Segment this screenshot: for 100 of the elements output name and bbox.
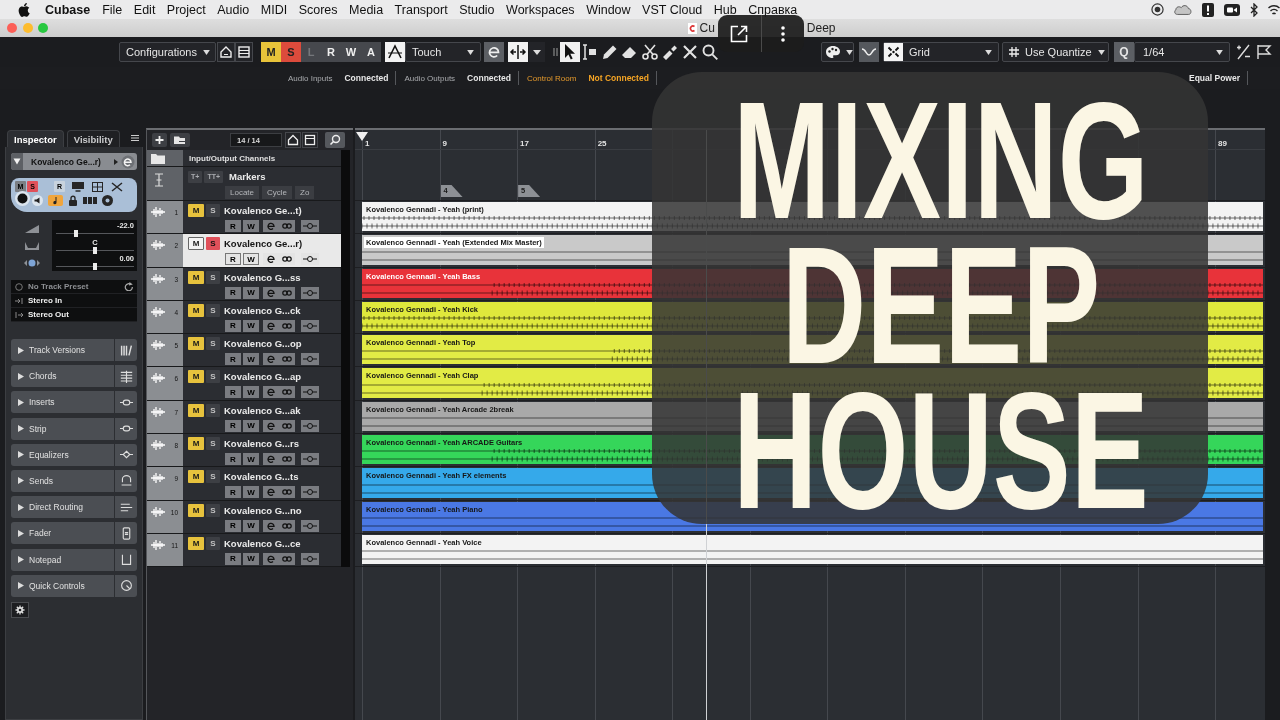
inspector-section[interactable]: Track Versions bbox=[11, 339, 137, 361]
panel-tab[interactable]: Visibility bbox=[66, 130, 120, 147]
menu-item[interactable]: Workspaces bbox=[506, 2, 575, 17]
write-all-button[interactable]: W bbox=[341, 42, 361, 62]
write-automation-button[interactable]: W bbox=[243, 552, 259, 565]
split-arrows-icon[interactable] bbox=[508, 42, 528, 62]
automation-mode-dropdown[interactable]: Touch bbox=[405, 42, 481, 62]
wifi-icon[interactable] bbox=[1268, 4, 1280, 15]
menu-icon[interactable] bbox=[131, 135, 139, 141]
mute-button[interactable]: M bbox=[188, 403, 204, 417]
global-mute-button[interactable]: M bbox=[261, 42, 281, 62]
marker-action-button[interactable]: Cycle bbox=[262, 185, 293, 199]
write-automation-button[interactable]: W bbox=[243, 319, 259, 332]
slider-thumb[interactable] bbox=[93, 246, 97, 254]
inspector-section[interactable]: Sends bbox=[11, 469, 137, 492]
cloud-icon[interactable] bbox=[1174, 4, 1192, 15]
menu-item[interactable]: MIDI bbox=[260, 2, 288, 17]
plus-icon[interactable] bbox=[152, 133, 167, 147]
write-automation-button[interactable]: W bbox=[243, 353, 259, 366]
configurations-dropdown[interactable]: Configurations bbox=[119, 42, 216, 62]
track-preset-selector[interactable]: No Track Preset bbox=[11, 280, 137, 294]
solo-button[interactable]: S bbox=[206, 503, 220, 517]
menu-item[interactable]: Scores bbox=[298, 2, 338, 17]
flag-icon[interactable] bbox=[1256, 44, 1272, 60]
fraction-icon[interactable] bbox=[1235, 44, 1251, 60]
segments-icon[interactable] bbox=[83, 197, 97, 204]
inspector-section[interactable]: Inserts bbox=[11, 391, 137, 414]
mute-button[interactable]: M bbox=[188, 536, 204, 550]
read-automation-button[interactable]: R bbox=[225, 253, 241, 266]
inspector-section[interactable]: Chords bbox=[11, 365, 137, 388]
list-window-icon[interactable] bbox=[302, 132, 318, 148]
marker-action-button[interactable]: Locate bbox=[225, 185, 260, 199]
folder-icon[interactable] bbox=[170, 133, 190, 147]
mute-button[interactable]: M bbox=[188, 470, 204, 484]
solo-button[interactable]: S bbox=[206, 403, 220, 417]
solo-button[interactable]: S bbox=[206, 270, 220, 284]
write-automation-button[interactable]: W bbox=[243, 519, 259, 532]
bluetooth-icon[interactable] bbox=[1250, 2, 1258, 17]
read-automation-button[interactable]: R bbox=[225, 519, 241, 532]
read-automation-button[interactable]: R bbox=[225, 353, 241, 366]
inspector-section[interactable]: Direct Routing bbox=[11, 496, 137, 519]
speaker-icon[interactable] bbox=[32, 195, 43, 206]
triangle-line-icon[interactable] bbox=[385, 42, 405, 62]
slider-track[interactable] bbox=[56, 263, 134, 270]
note-icon[interactable] bbox=[48, 195, 63, 206]
house-icon[interactable] bbox=[217, 42, 235, 62]
inspector-section[interactable]: Strip bbox=[11, 417, 137, 440]
solo-button[interactable]: S bbox=[206, 303, 220, 317]
input-routing-selector[interactable]: Stereo In bbox=[11, 294, 137, 308]
solo-button[interactable]: S bbox=[206, 536, 220, 550]
slider-track[interactable] bbox=[56, 230, 134, 237]
inspector-section[interactable]: Equalizers bbox=[11, 443, 137, 466]
triangle-down-icon[interactable] bbox=[11, 153, 23, 170]
mute-button[interactable]: M bbox=[188, 270, 204, 284]
mute-button[interactable]: M bbox=[188, 237, 204, 251]
quantize-dropdown[interactable]: 1/64 bbox=[1134, 42, 1230, 62]
write-automation-button[interactable]: W bbox=[243, 486, 259, 499]
record-icon[interactable] bbox=[15, 191, 30, 206]
write-automation-button[interactable]: W bbox=[243, 419, 259, 432]
read-automation-button[interactable]: R bbox=[225, 220, 241, 232]
alert-icon[interactable] bbox=[1202, 2, 1214, 17]
solo-button[interactable]: S bbox=[206, 204, 220, 217]
mute-button[interactable]: M bbox=[188, 503, 204, 517]
write-automation-button[interactable]: W bbox=[243, 386, 259, 399]
read-automation-button[interactable]: R bbox=[225, 419, 241, 432]
mute-button[interactable]: M bbox=[188, 437, 204, 451]
scissors-icon[interactable] bbox=[640, 42, 660, 62]
menu-item[interactable]: Media bbox=[349, 2, 384, 17]
camera-icon[interactable] bbox=[1224, 3, 1240, 16]
read-automation-button[interactable]: R bbox=[225, 386, 241, 399]
color-dropdown[interactable] bbox=[821, 42, 854, 62]
read-automation-button[interactable]: R bbox=[225, 319, 241, 332]
cross-icon[interactable] bbox=[111, 181, 123, 192]
slider-thumb[interactable] bbox=[93, 263, 97, 270]
menu-item[interactable]: Edit bbox=[133, 2, 156, 17]
apple-logo-icon[interactable] bbox=[18, 2, 30, 17]
all-automation-button[interactable]: A bbox=[361, 42, 381, 62]
slider-thumb[interactable] bbox=[73, 230, 78, 237]
house-icon[interactable] bbox=[285, 132, 301, 148]
mute-button[interactable]: M bbox=[188, 204, 204, 217]
settings-icon[interactable] bbox=[11, 601, 29, 618]
monitor-icon[interactable] bbox=[72, 181, 84, 192]
menu-item[interactable]: Project bbox=[166, 2, 206, 17]
menu-item[interactable]: VST Cloud bbox=[642, 2, 703, 17]
global-solo-button[interactable]: S bbox=[281, 42, 301, 62]
read-all-button[interactable]: R bbox=[321, 42, 341, 62]
read-automation-button[interactable]: R bbox=[225, 486, 241, 499]
solo-button[interactable]: S bbox=[206, 237, 220, 251]
curve-icon[interactable] bbox=[859, 42, 879, 62]
menu-item[interactable]: Audio bbox=[217, 2, 250, 17]
read-automation-button[interactable]: R bbox=[225, 552, 241, 565]
pointer-icon[interactable] bbox=[560, 42, 580, 62]
write-automation-button[interactable]: W bbox=[243, 253, 259, 266]
marker-action-button[interactable]: Zo bbox=[295, 185, 315, 199]
magnifier-icon[interactable] bbox=[700, 42, 720, 62]
inspector-section[interactable]: Notepad bbox=[11, 548, 137, 571]
mute-button[interactable]: M bbox=[188, 303, 204, 317]
menu-item[interactable]: Transport bbox=[394, 2, 448, 17]
grid-square-icon[interactable] bbox=[92, 181, 103, 192]
panel-tab[interactable]: Inspector bbox=[7, 130, 64, 147]
